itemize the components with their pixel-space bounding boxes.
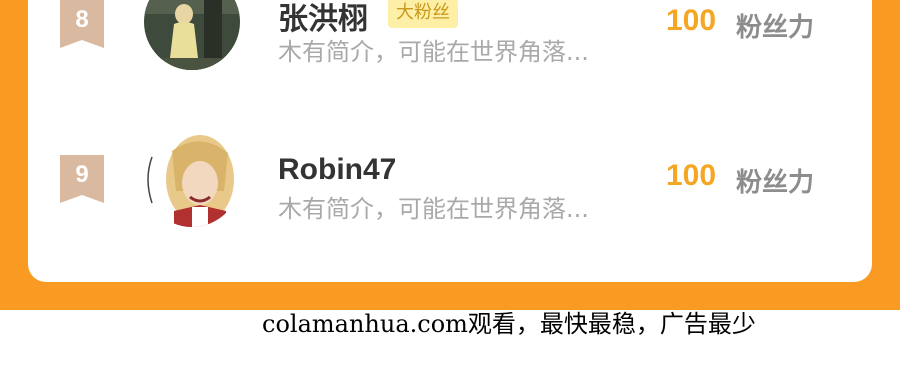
user-avatar[interactable] (144, 131, 240, 227)
rank-number: 8 (75, 6, 89, 33)
ranking-row-9[interactable]: 9 Robin47 木有简介，可能在世界角落... 100 粉丝力 (28, 115, 872, 227)
fan-score-unit: 粉丝力 (736, 168, 815, 198)
site-watermark: colamanhua.com观看，最快最稳，广告最少 (262, 310, 756, 338)
fan-score-unit: 粉丝力 (736, 13, 815, 43)
fan-score: 100 (666, 159, 717, 192)
fan-ranking-card: 8 张洪栩 大粉丝 木有简介，可能在世界角落... 100 粉丝力 9 Robi… (28, 0, 872, 282)
fan-score: 100 (666, 4, 717, 37)
rank-badge: 9 (60, 155, 104, 203)
rank-number: 9 (75, 161, 89, 188)
user-avatar[interactable] (144, 0, 240, 70)
fan-level-tag: 大粉丝 (388, 0, 458, 28)
rank-badge: 8 (60, 0, 104, 48)
user-bio: 木有简介，可能在世界角落... (278, 38, 589, 66)
ranking-row-8[interactable]: 8 张洪栩 大粉丝 木有简介，可能在世界角落... 100 粉丝力 (28, 0, 872, 70)
username[interactable]: Robin47 (278, 153, 396, 187)
anime-character-avatar-icon (144, 131, 240, 227)
child-photo-avatar-icon (144, 0, 240, 70)
user-bio: 木有简介，可能在世界角落... (278, 195, 589, 223)
